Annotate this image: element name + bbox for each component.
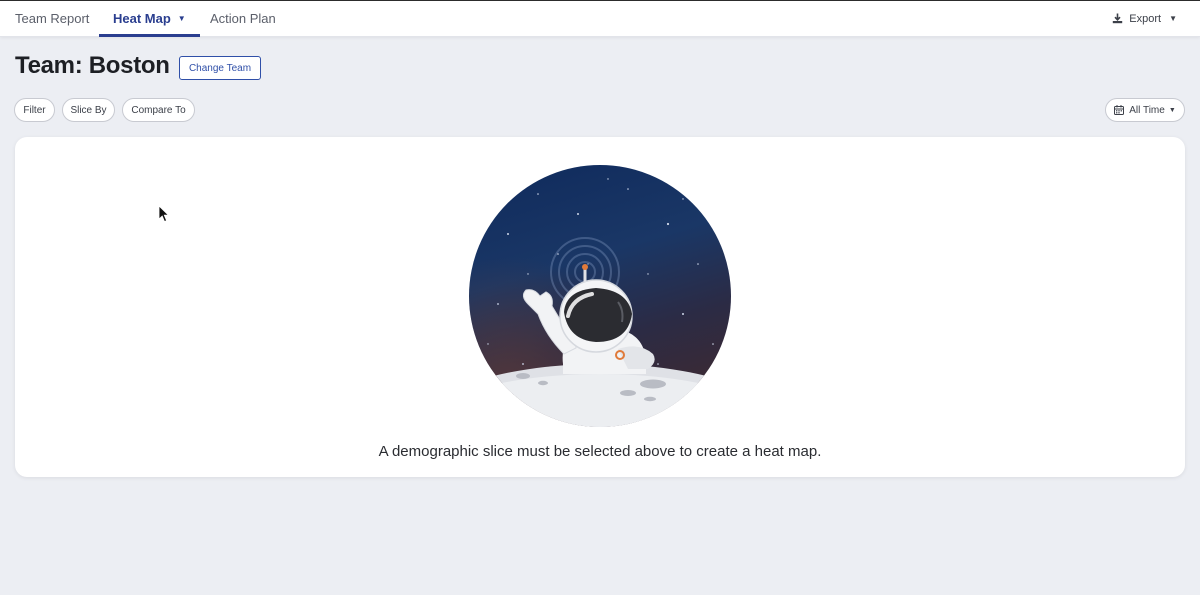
caret-down-icon: ▼: [177, 14, 186, 23]
time-range-dropdown[interactable]: All Time ▼: [1105, 98, 1185, 122]
caret-down-icon: ▼: [1168, 106, 1176, 114]
caret-down-icon: ▼: [1169, 14, 1177, 23]
export-button[interactable]: Export ▼: [1112, 0, 1177, 37]
tab-label: Action Plan: [210, 11, 276, 26]
compare-to-button[interactable]: Compare To: [122, 98, 195, 122]
tab-label: Heat Map: [113, 11, 171, 26]
tab-heat-map[interactable]: Heat Map ▼: [99, 0, 200, 37]
top-nav: Team Report Heat Map ▼ Action Plan Expor…: [0, 0, 1200, 37]
astronaut-illustration: [468, 164, 732, 428]
calendar-icon: [1114, 105, 1125, 115]
change-team-button[interactable]: Change Team: [179, 56, 261, 80]
tab-action-plan[interactable]: Action Plan: [210, 0, 276, 37]
empty-state-message: A demographic slice must be selected abo…: [378, 443, 822, 460]
mouse-cursor-icon: [158, 205, 170, 223]
filter-button[interactable]: Filter: [14, 98, 55, 122]
page-title: Team: Boston: [15, 52, 170, 79]
tab-label: Team Report: [15, 11, 90, 26]
export-label: Export: [1129, 12, 1162, 25]
slice-by-button[interactable]: Slice By: [62, 98, 115, 122]
heat-map-card: A demographic slice must be selected abo…: [15, 137, 1185, 477]
time-range-label: All Time: [1129, 104, 1165, 116]
download-icon: [1112, 13, 1123, 24]
tab-team-report[interactable]: Team Report: [15, 0, 89, 37]
